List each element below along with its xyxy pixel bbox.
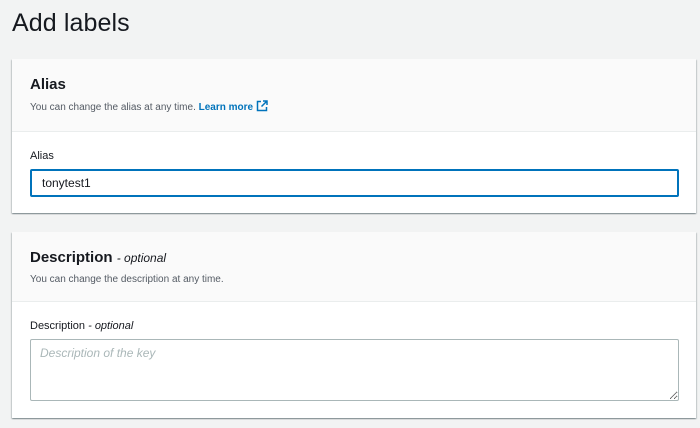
page-title: Add labels [12, 9, 130, 37]
description-panel: Description - optional You can change th… [12, 232, 696, 418]
alias-heading: Alias [30, 76, 66, 93]
learn-more-label: Learn more [198, 102, 254, 113]
external-link-icon [256, 100, 268, 112]
alias-field-label: Alias [30, 150, 54, 162]
description-panel-header: Description - optional You can change th… [12, 232, 696, 302]
alias-panel: Alias You can change the alias at any ti… [12, 59, 696, 213]
learn-more-link[interactable]: Learn more [198, 100, 268, 113]
description-field-optional: - optional [88, 320, 134, 332]
alias-panel-body: Alias [12, 132, 696, 197]
alias-input[interactable] [30, 169, 679, 197]
description-field-label-text: Description [30, 320, 86, 332]
alias-subtitle-text: You can change the alias at any time. [30, 102, 196, 113]
description-heading: Description - optional [30, 248, 678, 268]
description-heading-optional: - optional [116, 251, 167, 265]
description-field-label: Description - optional [30, 302, 678, 333]
description-textarea[interactable] [30, 339, 679, 401]
alias-subtitle: You can change the alias at any time. Le… [30, 100, 678, 115]
alias-panel-header: Alias You can change the alias at any ti… [12, 59, 696, 132]
description-heading-text: Description [30, 249, 113, 266]
description-subtitle: You can change the description at any ti… [30, 274, 224, 285]
page: Add labels Alias You can change the alia… [0, 0, 700, 428]
description-panel-body: Description - optional [12, 302, 696, 401]
